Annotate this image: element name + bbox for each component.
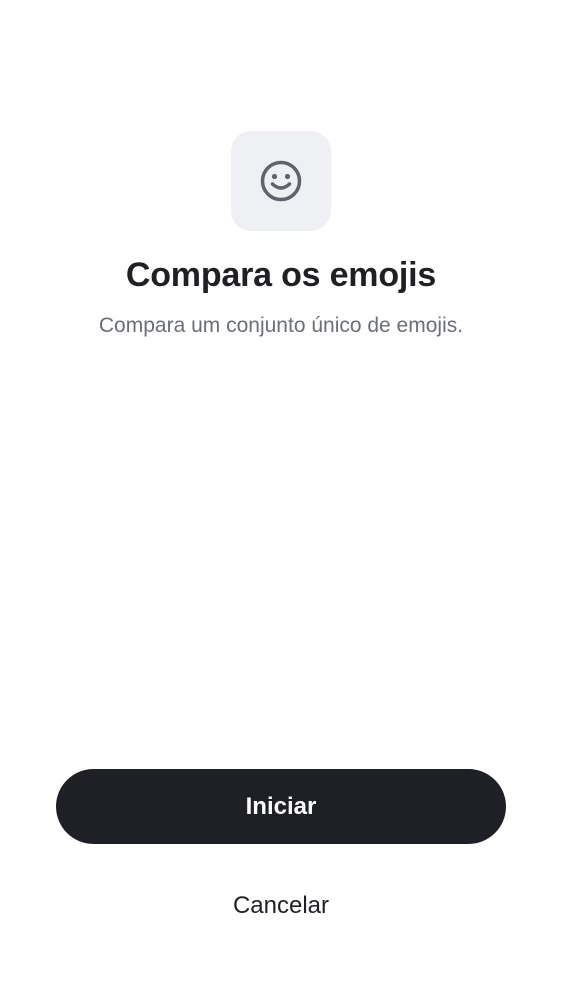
start-button[interactable]: Iniciar <box>56 769 506 844</box>
page-title: Compara os emojis <box>125 256 437 294</box>
emoji-compare-screen: Compara os emojis Compara um conjunto ún… <box>0 0 562 1000</box>
page-subtitle: Compara um conjunto único de emojis. <box>98 314 464 337</box>
icon-tile <box>231 131 331 231</box>
cancel-button[interactable]: Cancelar <box>181 882 381 930</box>
smiley-face-icon <box>259 159 303 203</box>
